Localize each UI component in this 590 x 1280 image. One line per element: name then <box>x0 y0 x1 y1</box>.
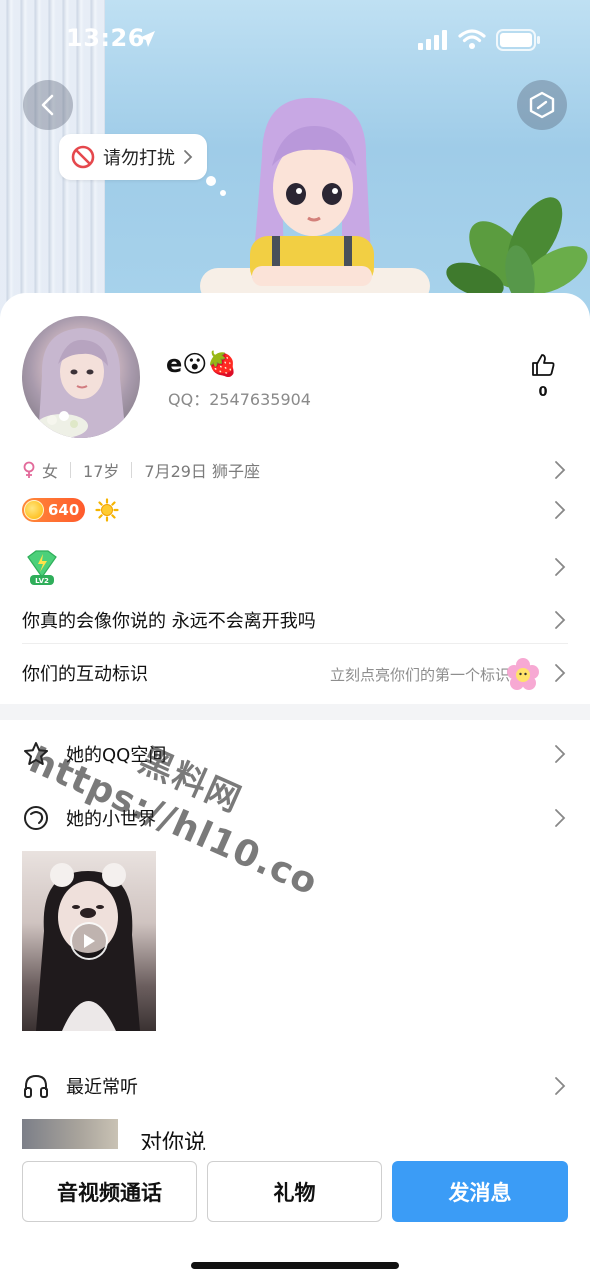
vip-level-text: LV2 <box>35 577 49 585</box>
divider <box>131 462 133 478</box>
location-arrow-icon <box>139 31 155 47</box>
avatar-edit-button[interactable] <box>517 80 567 130</box>
star-icon <box>24 742 48 765</box>
no-entry-icon <box>71 145 95 169</box>
coin-value: 640 <box>48 501 80 519</box>
chevron-right-icon <box>555 1077 566 1095</box>
chevron-right-icon <box>555 461 566 479</box>
chevron-right-icon <box>555 558 566 576</box>
gift-button[interactable]: 礼物 <box>207 1161 382 1222</box>
interaction-marks-row[interactable]: 你们的互动标识 立刻点亮你们的第一个标识 <box>22 655 568 691</box>
chevron-right-icon <box>555 809 566 827</box>
video-call-button[interactable]: 音视频通话 <box>22 1161 197 1222</box>
chevron-right-icon <box>184 150 193 164</box>
profile-banner: 13:26 请勿打扰 <box>0 0 590 330</box>
signal-icon <box>418 30 447 50</box>
green-diamond-icon: LV2 <box>27 550 57 585</box>
song-cover <box>22 1119 118 1149</box>
hexagon-icon <box>529 91 555 119</box>
signature-row[interactable]: 你真的会像你说的 永远不会离开我吗 <box>22 603 568 637</box>
battery-icon <box>496 29 540 51</box>
chevron-right-icon <box>555 664 566 682</box>
dnd-label: 请勿打扰 <box>103 148 175 169</box>
qq-level-row[interactable]: 640 <box>22 495 568 525</box>
like-button[interactable] <box>528 352 558 382</box>
home-indicator[interactable] <box>191 1262 399 1269</box>
small-world-video-thumbnail[interactable] <box>22 851 156 1031</box>
like-count: 0 <box>538 385 548 400</box>
recent-music-label: 最近常听 <box>66 1077 138 1098</box>
chevron-right-icon <box>555 501 566 519</box>
qzone-row[interactable]: 她的QQ空间 <box>22 736 568 772</box>
coin-icon <box>24 500 44 520</box>
chevron-left-icon <box>41 94 54 116</box>
back-button[interactable] <box>23 80 73 130</box>
gender-label: 女 <box>42 462 59 481</box>
song-item[interactable]: 对你说 <box>22 1119 568 1156</box>
avatar[interactable] <box>22 316 140 438</box>
recent-music-row[interactable]: 最近常听 <box>22 1068 568 1104</box>
small-world-icon <box>24 806 48 830</box>
headphones-icon <box>24 1074 48 1098</box>
birthday-zodiac-label: 7月29日 狮子座 <box>144 462 261 481</box>
small-world-row[interactable]: 她的小世界 <box>22 800 568 836</box>
small-world-label: 她的小世界 <box>66 809 156 830</box>
flower-mark-icon <box>507 658 539 690</box>
qzone-label: 她的QQ空间 <box>66 745 167 766</box>
age-label: 17岁 <box>83 462 120 481</box>
sun-icon <box>95 498 119 522</box>
send-message-button[interactable]: 发消息 <box>392 1161 568 1222</box>
wifi-icon <box>458 29 486 49</box>
coin-badge: 640 <box>22 498 86 522</box>
bubble-tail-dot <box>220 190 226 196</box>
interaction-title: 你们的互动标识 <box>22 664 148 685</box>
bottom-action-bar: 音视频通话 礼物 发消息 <box>0 1150 590 1280</box>
basic-info-row[interactable]: 女 17岁 7月29日 狮子座 <box>22 455 568 485</box>
divider <box>22 643 568 644</box>
bubble-tail-dot <box>206 176 216 186</box>
plant-decoration <box>446 197 588 305</box>
chevron-right-icon <box>555 745 566 763</box>
nickname: e😮🍓 <box>166 350 238 378</box>
play-button[interactable] <box>70 922 108 960</box>
thumbs-up-icon <box>532 354 555 376</box>
zplan-avatar-figure <box>250 97 374 286</box>
section-separator <box>0 704 590 720</box>
qq-number[interactable]: QQ：2547635904 <box>168 386 311 410</box>
status-bar: 13:26 <box>0 0 590 80</box>
chevron-right-icon <box>555 611 566 629</box>
avatar-portrait <box>36 328 126 438</box>
vip-row[interactable]: LV2 <box>22 547 568 587</box>
interaction-hint: 立刻点亮你们的第一个标识 <box>329 666 510 684</box>
status-time: 13:26 <box>66 24 145 52</box>
female-icon <box>23 461 35 478</box>
play-icon <box>84 934 95 948</box>
signature-text: 你真的会像你说的 永远不会离开我吗 <box>22 611 316 632</box>
do-not-disturb-bubble[interactable]: 请勿打扰 <box>59 134 207 180</box>
divider <box>70 462 72 478</box>
